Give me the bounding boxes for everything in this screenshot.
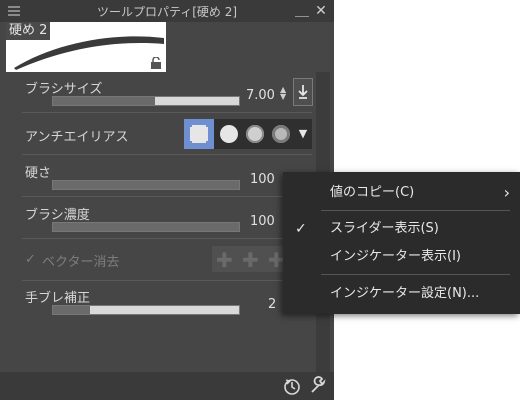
stabilization-value[interactable]: 2 (268, 297, 276, 312)
menu-item-show-slider[interactable]: ✓ スライダー表示(S) (283, 217, 520, 241)
antialias-strong-option[interactable] (266, 119, 296, 149)
vector-erase-checkbox[interactable]: ✓ (25, 252, 36, 267)
brush-preview[interactable]: 硬め 2 (6, 22, 166, 72)
divider (22, 154, 312, 155)
wrench-icon[interactable] (308, 376, 328, 396)
close-button[interactable]: ✕ (313, 2, 329, 20)
density-label: ブラシ濃度 (25, 208, 90, 223)
download-icon (298, 85, 308, 99)
panel-footer (0, 372, 334, 400)
window-title: ツールプロパティ[硬め 2] (96, 5, 238, 19)
divider (22, 196, 312, 197)
antialias-selector: ▼ (184, 119, 312, 149)
antialias-none-option[interactable] (184, 119, 214, 149)
brush-size-spinner[interactable]: ▲ ▼ (280, 86, 288, 101)
hardness-label: 硬さ (25, 166, 52, 181)
hardness-value[interactable]: 100 (250, 172, 275, 187)
menu-item-label: 値のコピー(C) (330, 185, 415, 200)
brush-size-label: ブラシサイズ (25, 82, 103, 97)
download-button[interactable] (293, 78, 313, 106)
hardness-slider[interactable] (52, 180, 240, 190)
hardness-slider-fill (53, 181, 239, 189)
density-value[interactable]: 100 (250, 214, 275, 229)
menu-item-label: スライダー表示(S) (330, 221, 439, 236)
density-slider-fill (53, 223, 239, 231)
erase-mode-plus-icon[interactable]: ✚ (242, 248, 259, 272)
vector-erase-mode-selector: ✚ ✚ ✚ (212, 246, 292, 272)
brush-size-value[interactable]: 7.00 (246, 88, 275, 103)
antialias-strong-icon (272, 125, 290, 143)
antialias-medium-icon (246, 125, 264, 143)
divider (22, 238, 312, 239)
antialias-label: アンチエイリアス (25, 130, 129, 145)
context-menu: 値のコピー(C) › ✓ スライダー表示(S) インジケーター表示(I) インジ… (283, 172, 520, 314)
menu-item-label: インジケーター表示(I) (330, 249, 461, 264)
chevron-down-icon[interactable]: ▼ (294, 119, 312, 149)
menu-separator (321, 274, 510, 275)
brush-size-slider[interactable] (52, 96, 240, 106)
menu-item-indicator-settings[interactable]: インジケーター設定(N)... (283, 282, 520, 306)
menu-item-label: インジケーター設定(N)... (330, 286, 480, 301)
preview-label: 硬め 2 (6, 22, 51, 40)
title-bar: ツールプロパティ[硬め 2] ＿ ✕ (0, 0, 334, 22)
lock-icon[interactable] (150, 57, 162, 69)
stabilization-label: 手ブレ補正 (25, 291, 91, 306)
vector-erase-label: ベクター消去 (42, 255, 120, 270)
reset-icon[interactable] (282, 376, 302, 396)
chevron-right-icon: › (503, 183, 510, 202)
check-icon: ✓ (295, 221, 307, 237)
antialias-none-icon (190, 125, 208, 143)
density-slider[interactable] (52, 222, 240, 232)
divider (22, 112, 312, 113)
brush-size-slider-fill (53, 97, 156, 105)
menu-item-show-indicator[interactable]: インジケーター表示(I) (283, 245, 520, 269)
divider (22, 280, 312, 281)
erase-mode-plus-icon[interactable]: ✚ (216, 248, 233, 272)
minimize-button[interactable]: ＿ (294, 2, 310, 20)
menu-item-copy-value[interactable]: 値のコピー(C) › (283, 181, 520, 205)
menu-separator (321, 210, 510, 211)
antialias-weak-icon (220, 125, 238, 143)
stabilization-slider[interactable] (52, 305, 240, 315)
stabilization-slider-fill (53, 306, 91, 314)
